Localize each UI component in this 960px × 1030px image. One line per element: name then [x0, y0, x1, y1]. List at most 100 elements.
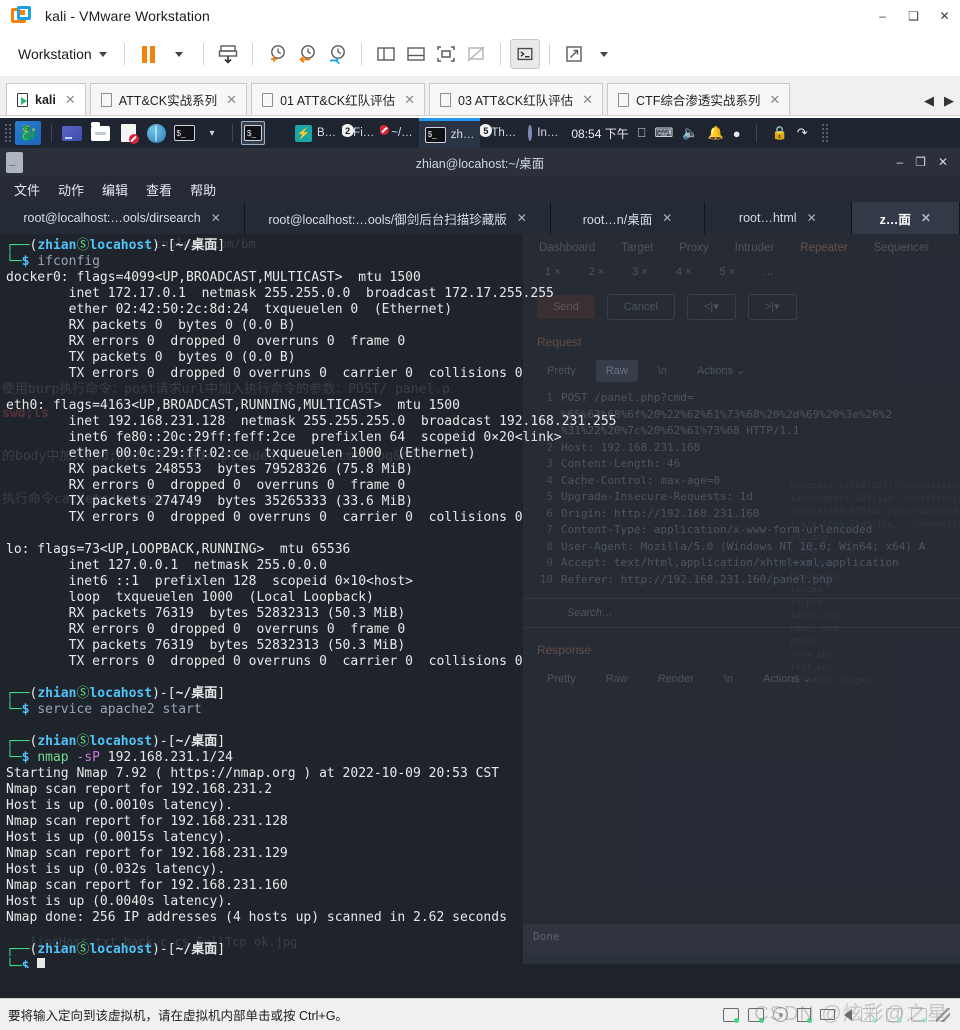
- terminal-tab-4[interactable]: z…面 ✕: [851, 202, 960, 234]
- task-firefox[interactable]: 2 Fi…: [342, 118, 380, 148]
- vm-tab-4[interactable]: CTF综合渗透实战系列 ✕: [607, 83, 791, 115]
- power-icon[interactable]: ●: [733, 126, 741, 141]
- vm-tab-0[interactable]: kali ✕: [6, 83, 86, 115]
- terminal-maximize-button[interactable]: ❐: [915, 155, 926, 169]
- cd-drive-icon[interactable]: [773, 1007, 788, 1022]
- suspend-dropdown[interactable]: [164, 39, 194, 69]
- terminal-tab-label: root@localhost:…ools/dirsearch: [23, 211, 201, 225]
- suspend-button[interactable]: [134, 39, 164, 69]
- terminal-cursor: [37, 958, 46, 968]
- terminal-menu-1[interactable]: 动作: [58, 180, 84, 199]
- minimize-button[interactable]: –: [867, 0, 898, 32]
- workspace-switcher[interactable]: $_: [241, 121, 265, 145]
- notification-bell-icon[interactable]: 🔔: [708, 125, 724, 141]
- resize-grip[interactable]: [936, 1007, 950, 1022]
- snapshot-manager-icon: [329, 45, 345, 64]
- power-button[interactable]: [213, 39, 243, 69]
- terminal-tab-close-icon[interactable]: ✕: [807, 211, 817, 225]
- vm-tab-3[interactable]: 03 ATT&CK红队评估 ✕: [429, 83, 604, 115]
- terminal-tab-0[interactable]: root@localhost:…ools/dirsearch ✕: [0, 202, 246, 234]
- terminal-tab-close-icon[interactable]: ✕: [211, 211, 221, 225]
- task-thunar[interactable]: 5 Th…: [480, 118, 522, 148]
- terminal-output-line: Nmap scan report for 192.168.231.129: [6, 846, 288, 861]
- stretch-guest-button[interactable]: [559, 39, 589, 69]
- lock-icon[interactable]: 🔒: [772, 125, 788, 141]
- terminal-menu-2[interactable]: 编辑: [102, 180, 128, 199]
- unity-mode-button[interactable]: [461, 39, 491, 69]
- show-library-button[interactable]: [371, 39, 401, 69]
- vm-tab-strip: kali ✕ ATT&CK实战系列 ✕ 01 ATT&CK红队评估 ✕ 03 ATT&CK红…: [0, 76, 960, 116]
- sound-card-icon[interactable]: [844, 1008, 852, 1021]
- console-view-button[interactable]: [509, 39, 540, 69]
- vm-tab-label: ATT&CK实战系列: [118, 94, 218, 108]
- chevron-down-icon: ▾: [209, 127, 215, 139]
- task-internet[interactable]: In…: [522, 118, 564, 148]
- vm-tab-2[interactable]: 01 ATT&CK红队评估 ✕: [251, 83, 426, 115]
- revert-snapshot-button[interactable]: [292, 39, 322, 69]
- vm-tab-close-icon[interactable]: ✕: [582, 92, 593, 108]
- workstation-menu-button[interactable]: Workstation: [10, 42, 115, 66]
- network-adapter-icon[interactable]: [797, 1007, 812, 1023]
- vm-tab-close-icon[interactable]: ✕: [65, 92, 76, 108]
- shared-folder-icon[interactable]: [911, 1007, 927, 1023]
- task-burpsuite[interactable]: ⚡ B…: [289, 118, 342, 148]
- terminal-output-area[interactable]: w.cnblogs.com/bm 使用burp执行命令：post请求url中加入…: [0, 234, 960, 968]
- show-thumbnail-bar-button[interactable]: [401, 39, 431, 69]
- hard-disk-icon[interactable]: [748, 1007, 764, 1023]
- terminal-tab-close-icon[interactable]: ✕: [921, 211, 931, 225]
- terminal-minimize-button[interactable]: –: [896, 155, 903, 169]
- close-button[interactable]: ✕: [929, 0, 960, 32]
- toolbar-divider: [123, 43, 125, 65]
- terminal-tab-3[interactable]: root…html ✕: [705, 202, 852, 234]
- terminal-output-line: Nmap scan report for 192.168.231.160: [6, 878, 288, 893]
- task-texteditor[interactable]: ~/…: [380, 118, 418, 148]
- take-snapshot-button[interactable]: [262, 39, 292, 69]
- terminal-tab-1[interactable]: root@localhost:…ools/御剑后台扫描珍藏版 ✕: [245, 202, 551, 234]
- usb-icon[interactable]: [861, 1007, 877, 1023]
- terminal-output-line: docker0: flags=4099<UP,BROADCAST,MULTICA…: [6, 270, 421, 285]
- vm-tab-1[interactable]: ATT&CK实战系列 ✕: [89, 83, 248, 115]
- volume-icon[interactable]: 🔈: [682, 125, 698, 141]
- web-browser-launcher[interactable]: [144, 121, 168, 145]
- window-title: kali - VMware Workstation: [45, 7, 210, 24]
- maximize-button[interactable]: ❑: [898, 0, 929, 32]
- toolbar-divider: [360, 43, 362, 65]
- terminal-command-line: └─$ ifconfig: [6, 254, 100, 269]
- stretch-dropdown[interactable]: [589, 39, 619, 69]
- snapshot-manager-button[interactable]: [322, 39, 352, 69]
- kali-dragon-icon[interactable]: 🐉: [15, 121, 41, 145]
- clock[interactable]: 08:54 下午: [571, 125, 628, 142]
- terminal-close-button[interactable]: ✕: [938, 155, 948, 169]
- full-screen-button[interactable]: [431, 39, 461, 69]
- vm-tab-close-icon[interactable]: ✕: [226, 92, 237, 108]
- terminal-menu-4[interactable]: 帮助: [190, 180, 216, 199]
- grip-icon[interactable]: [820, 123, 829, 143]
- vm-tab-close-icon[interactable]: ✕: [769, 92, 780, 108]
- vm-tab-close-icon[interactable]: ✕: [404, 92, 415, 108]
- terminal-menu-3[interactable]: 查看: [146, 180, 172, 199]
- display-icon[interactable]: ⎕: [638, 125, 646, 141]
- task-label: In…: [537, 127, 559, 139]
- terminal-output-line: Nmap scan report for 192.168.231.2: [6, 782, 273, 797]
- hard-disk-icon[interactable]: [723, 1007, 739, 1023]
- logout-icon[interactable]: ↷: [797, 125, 808, 141]
- terminal-tab-2[interactable]: root…n/桌面 ✕: [551, 202, 706, 234]
- terminal-tab-close-icon[interactable]: ✕: [662, 211, 672, 225]
- guest-screen[interactable]: 🐉 $_ ▾ $_ ⚡ B… 2 Fi… ~/… $_ zh… 5 Th… In… 08:54 下…: [0, 118, 960, 998]
- display-icon[interactable]: [886, 1007, 902, 1023]
- status-message: 要将输入定向到该虚拟机，请在虚拟机内部单击或按 Ctrl+G。: [8, 1009, 348, 1023]
- terminal-tab-close-icon[interactable]: ✕: [517, 211, 527, 225]
- keyboard-icon[interactable]: ⌨: [655, 125, 674, 141]
- launcher-dropdown[interactable]: ▾: [200, 121, 224, 145]
- tab-prev-icon[interactable]: ◀: [924, 93, 934, 109]
- terminal-launcher[interactable]: $_: [172, 121, 196, 145]
- terminal-menu-0[interactable]: 文件: [14, 180, 40, 199]
- text-editor-launcher[interactable]: [116, 121, 140, 145]
- show-desktop-launcher[interactable]: [60, 121, 84, 145]
- printer-icon[interactable]: [820, 1009, 835, 1020]
- vm-powered-off-icon: [618, 92, 630, 107]
- grip-icon[interactable]: [4, 123, 12, 143]
- tab-next-icon[interactable]: ▶: [944, 93, 954, 109]
- task-terminal[interactable]: $_ zh…: [418, 118, 481, 148]
- file-manager-launcher[interactable]: [88, 121, 112, 145]
